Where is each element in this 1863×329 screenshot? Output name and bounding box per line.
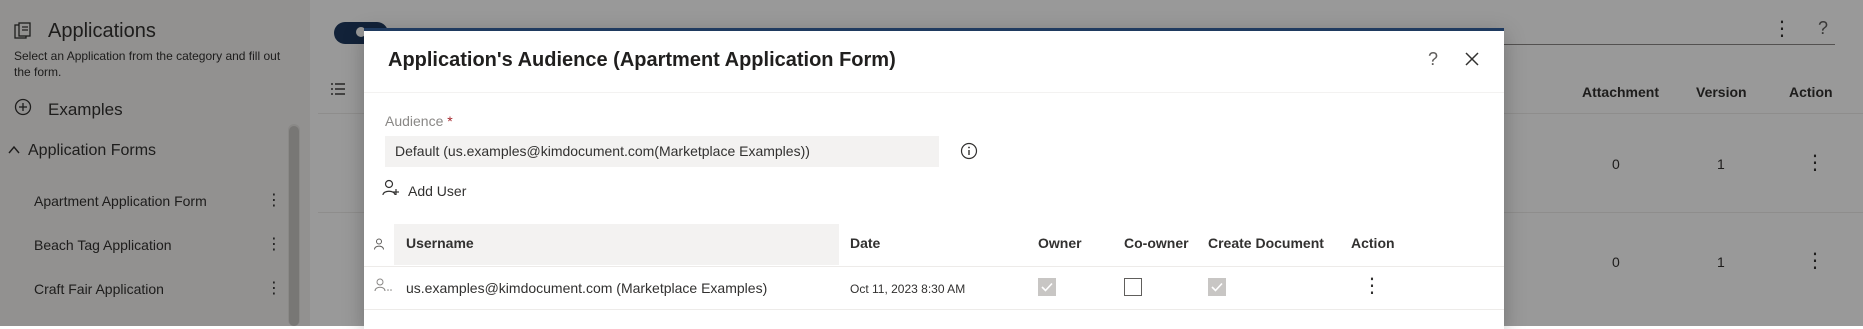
audience-dialog: Application's Audience (Apartment Applic… [364,28,1504,329]
column-header-date[interactable]: Date [850,235,880,251]
header-divider [364,266,1504,267]
column-header-username[interactable]: Username [406,235,474,251]
owner-checkbox[interactable] [1038,278,1056,296]
person-icon [374,237,384,255]
dialog-title: Application's Audience (Apartment Applic… [388,49,896,71]
column-header-action: Action [1351,235,1395,251]
column-header-coowner[interactable]: Co-owner [1124,235,1189,251]
audience-field[interactable]: Default (us.examples@kimdocument.com(Mar… [385,136,939,167]
row-more-icon[interactable]: ⋮ [1362,273,1382,298]
add-user-label: Add User [408,182,467,199]
audience-label-text: Audience [385,113,444,129]
title-divider [364,92,1504,93]
column-header-owner[interactable]: Owner [1038,235,1082,251]
user-email: us.examples@kimdocument.com (Marketplace… [406,280,768,296]
add-user-button[interactable]: Add User [382,179,466,202]
create-document-checkbox[interactable] [1208,278,1226,296]
user-date: Oct 11, 2023 8:30 AM [850,282,966,296]
close-icon[interactable] [1464,49,1480,71]
row-divider [364,309,1504,310]
user-avatar-icon [374,278,394,297]
column-header-create-document[interactable]: Create Document [1208,235,1324,251]
coowner-checkbox[interactable] [1124,278,1142,296]
add-person-icon [382,179,400,202]
help-icon[interactable]: ? [1428,49,1438,70]
required-marker: * [447,113,453,129]
audience-label: Audience * [385,113,453,129]
info-icon[interactable] [960,142,978,165]
